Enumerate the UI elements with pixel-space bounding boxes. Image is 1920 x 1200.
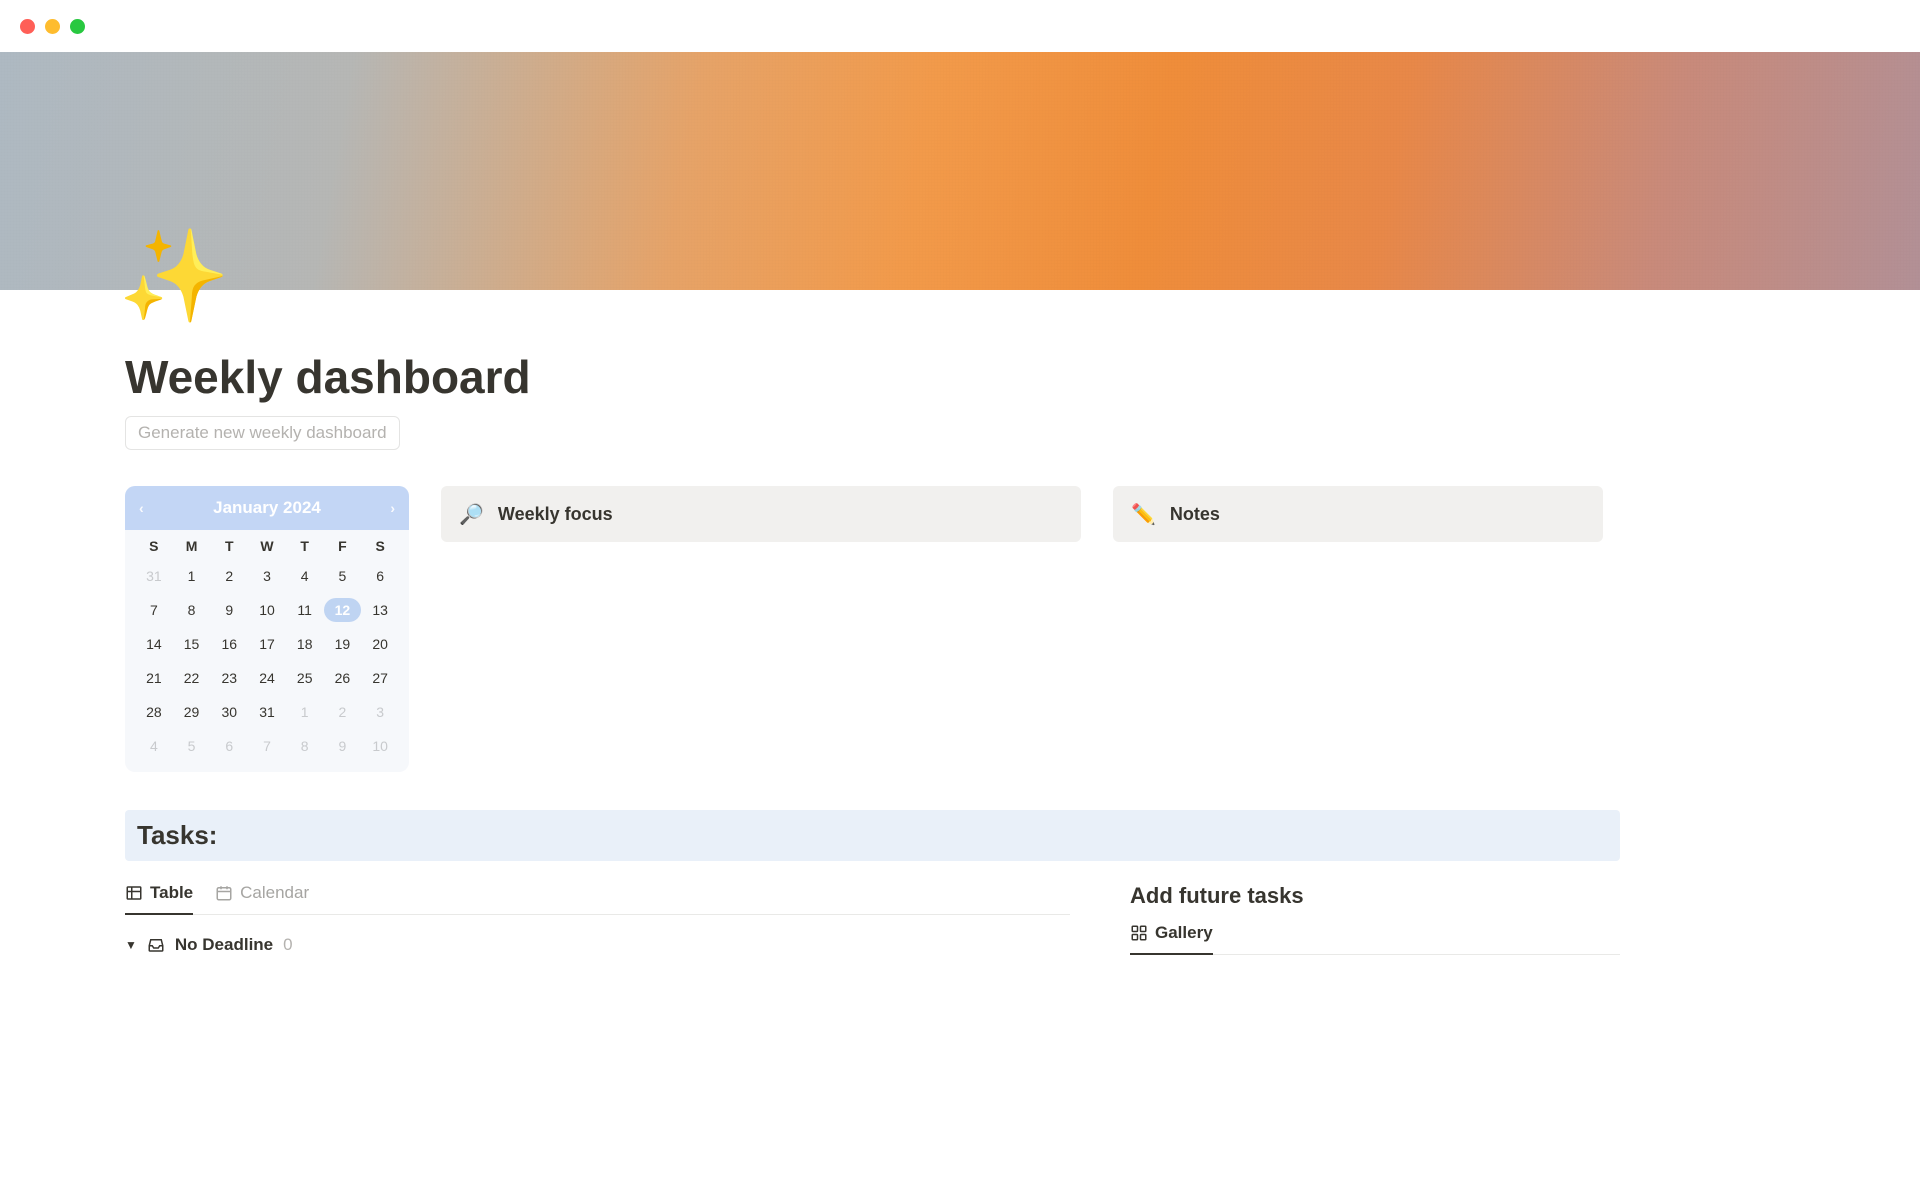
calendar-day[interactable]: 30 (210, 700, 248, 724)
calendar-day[interactable]: 17 (248, 632, 286, 656)
tab-table[interactable]: Table (125, 883, 193, 915)
calendar-day[interactable]: 5 (324, 564, 362, 588)
task-group-count: 0 (283, 935, 292, 955)
calendar-day[interactable]: 14 (135, 632, 173, 656)
calendar-dow: M (173, 538, 211, 554)
generate-dashboard-button[interactable]: Generate new weekly dashboard (125, 416, 400, 450)
tasks-view-tabs: Table Calendar (125, 883, 1070, 915)
window-chrome (0, 0, 1920, 52)
calendar-dow: T (210, 538, 248, 554)
task-group-label: No Deadline (175, 935, 273, 955)
calendar-day[interactable]: 18 (286, 632, 324, 656)
calendar-dow: T (286, 538, 324, 554)
calendar-day[interactable]: 26 (324, 666, 362, 690)
calendar-day[interactable]: 9 (210, 598, 248, 622)
calendar-dow: S (361, 538, 399, 554)
calendar-day[interactable]: 10 (361, 734, 399, 758)
calendar-day[interactable]: 1 (173, 564, 211, 588)
calendar-widget: ‹ January 2024 › SMTWTFS3112345678910111… (125, 486, 409, 772)
calendar-day[interactable]: 29 (173, 700, 211, 724)
calendar-day[interactable]: 6 (361, 564, 399, 588)
calendar-day[interactable]: 31 (135, 564, 173, 588)
calendar-day[interactable]: 2 (324, 700, 362, 724)
calendar-day[interactable]: 20 (361, 632, 399, 656)
calendar-day[interactable]: 15 (173, 632, 211, 656)
tab-calendar[interactable]: Calendar (215, 883, 309, 915)
calendar-dow: W (248, 538, 286, 554)
calendar-day[interactable]: 21 (135, 666, 173, 690)
calendar-header: ‹ January 2024 › (125, 486, 409, 530)
calendar-day[interactable]: 2 (210, 564, 248, 588)
calendar-day[interactable]: 27 (361, 666, 399, 690)
tab-calendar-label: Calendar (240, 883, 309, 903)
calendar-day[interactable]: 28 (135, 700, 173, 724)
calendar-day[interactable]: 24 (248, 666, 286, 690)
task-group-no-deadline[interactable]: ▼ No Deadline 0 (125, 935, 1070, 955)
calendar-dow: F (324, 538, 362, 554)
calendar-day[interactable]: 7 (248, 734, 286, 758)
calendar-day[interactable]: 23 (210, 666, 248, 690)
calendar-day[interactable]: 4 (286, 564, 324, 588)
calendar-day[interactable]: 13 (361, 598, 399, 622)
tab-gallery[interactable]: Gallery (1130, 923, 1213, 955)
calendar-day[interactable]: 4 (135, 734, 173, 758)
calendar-day[interactable]: 25 (286, 666, 324, 690)
page-title[interactable]: Weekly dashboard (125, 290, 1620, 404)
calendar-day[interactable]: 10 (248, 598, 286, 622)
magnifier-icon: 🔎 (459, 502, 484, 527)
calendar-day[interactable]: 6 (210, 734, 248, 758)
calendar-day[interactable]: 7 (135, 598, 173, 622)
chevron-down-icon: ▼ (125, 938, 137, 952)
calendar-day[interactable]: 31 (248, 700, 286, 724)
calendar-day[interactable]: 8 (286, 734, 324, 758)
table-icon (125, 884, 143, 902)
page-icon[interactable]: ✨ (118, 232, 230, 322)
calendar-dow: S (135, 538, 173, 554)
calendar-day[interactable]: 3 (361, 700, 399, 724)
calendar-icon (215, 884, 233, 902)
calendar-day[interactable]: 19 (324, 632, 362, 656)
pencil-icon: ✏️ (1131, 502, 1156, 527)
calendar-day[interactable]: 3 (248, 564, 286, 588)
calendar-day[interactable]: 11 (286, 598, 324, 622)
calendar-day[interactable]: 8 (173, 598, 211, 622)
gallery-icon (1130, 924, 1148, 942)
calendar-day[interactable]: 5 (173, 734, 211, 758)
tab-gallery-label: Gallery (1155, 923, 1213, 943)
weekly-focus-label: Weekly focus (498, 504, 613, 525)
cover-image[interactable] (0, 52, 1920, 290)
calendar-prev-button[interactable]: ‹ (139, 500, 144, 516)
calendar-month-label: January 2024 (213, 498, 321, 518)
window-close-button[interactable] (20, 19, 35, 34)
notes-card[interactable]: ✏️ Notes (1113, 486, 1603, 542)
window-minimize-button[interactable] (45, 19, 60, 34)
notes-label: Notes (1170, 504, 1220, 525)
tab-table-label: Table (150, 883, 193, 903)
calendar-next-button[interactable]: › (390, 500, 395, 516)
tasks-heading: Tasks: (125, 810, 1620, 861)
calendar-day[interactable]: 9 (324, 734, 362, 758)
calendar-day[interactable]: 12 (324, 598, 362, 622)
future-tasks-heading: Add future tasks (1130, 883, 1620, 909)
weekly-focus-card[interactable]: 🔎 Weekly focus (441, 486, 1081, 542)
inbox-icon (147, 936, 165, 954)
calendar-day[interactable]: 22 (173, 666, 211, 690)
calendar-day[interactable]: 1 (286, 700, 324, 724)
calendar-day[interactable]: 16 (210, 632, 248, 656)
window-zoom-button[interactable] (70, 19, 85, 34)
